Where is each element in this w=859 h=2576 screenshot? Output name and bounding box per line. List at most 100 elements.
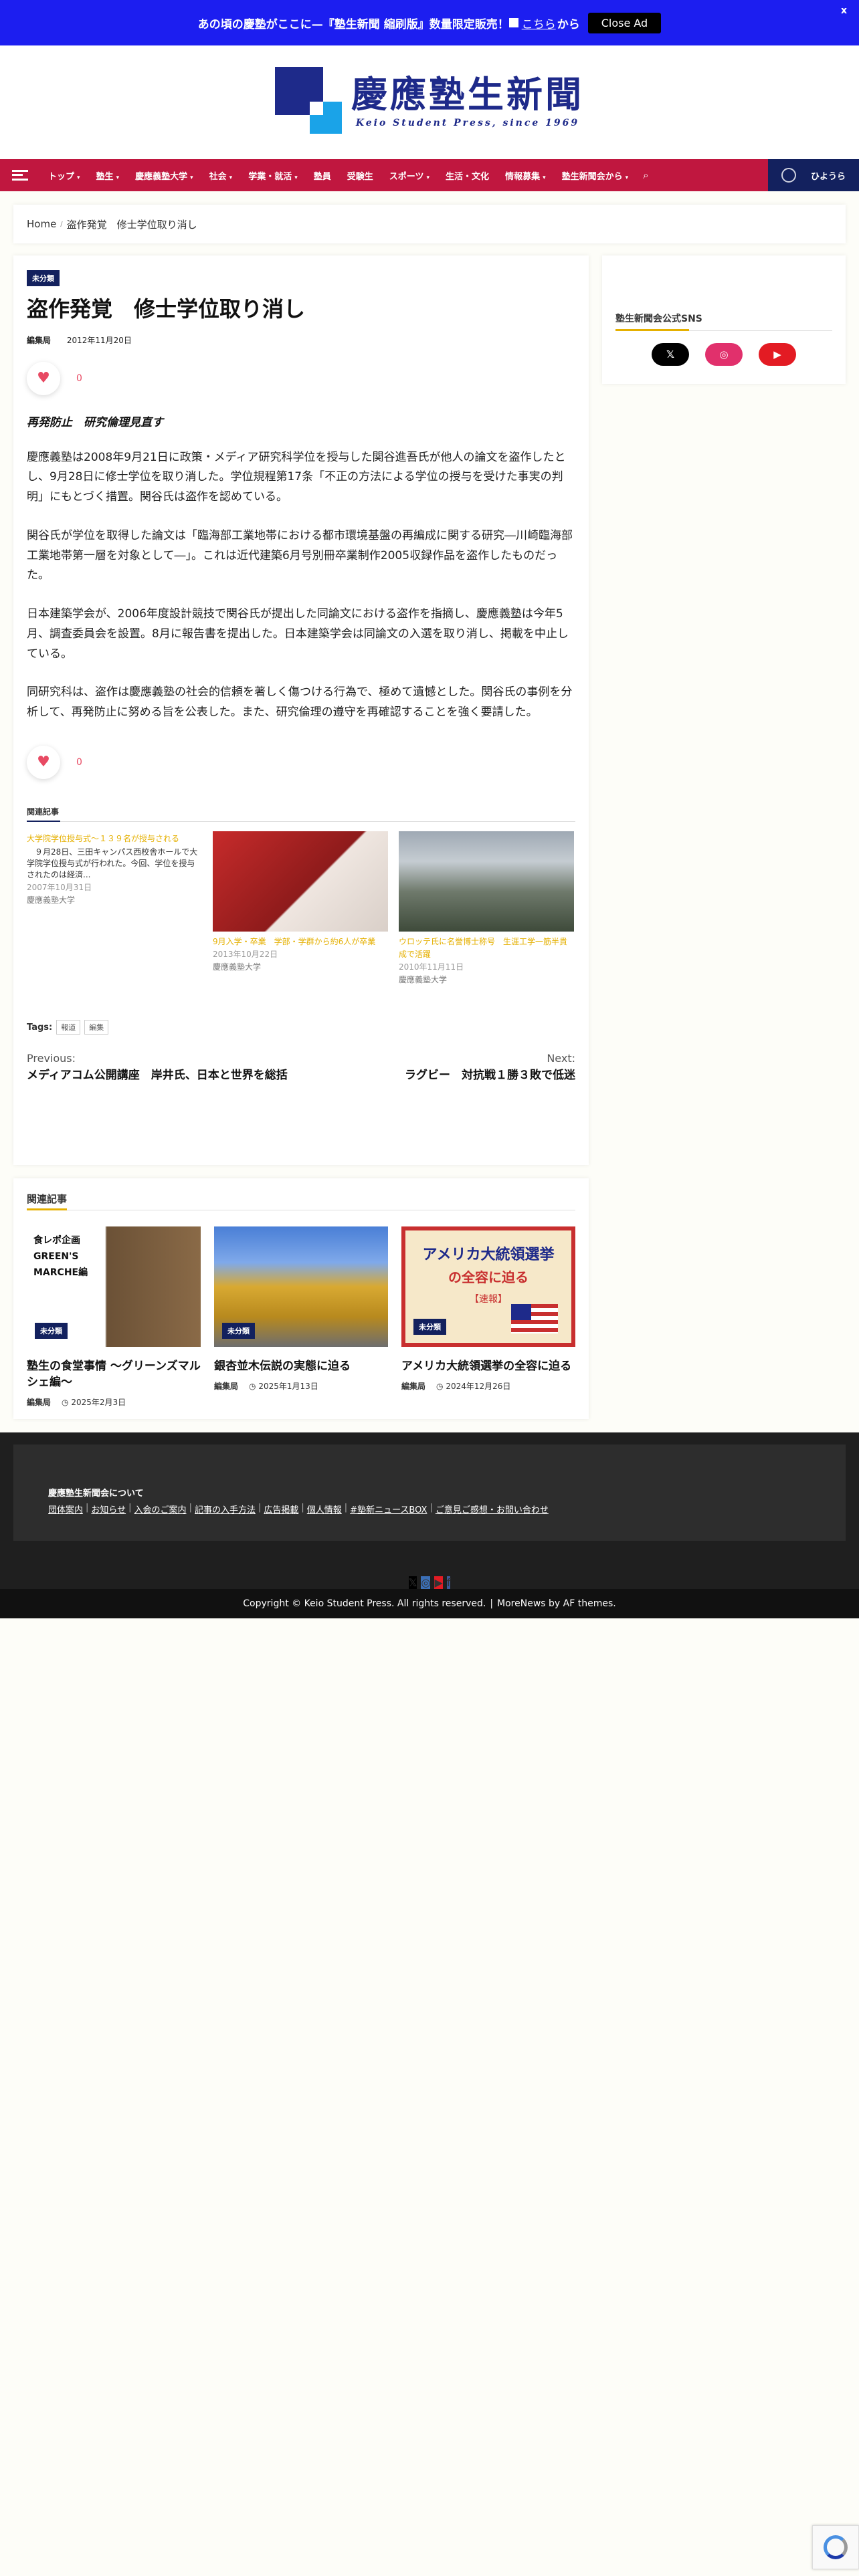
previous-title: メディアコム公開講座 岸井氏、日本と世界を総括: [27, 1069, 288, 1083]
nav-item-label: 受験生: [347, 171, 373, 182]
heart-icon[interactable]: ♥: [27, 745, 60, 779]
close-ad-button[interactable]: Close Ad: [587, 12, 662, 33]
copyright-text: Copyright © Keio Student Press. All righ…: [243, 1598, 486, 1609]
footer-link[interactable]: 広告掲載: [264, 1503, 298, 1515]
more-article-date: 2024年12月26日: [446, 1381, 511, 1391]
category-badge[interactable]: 未分類: [413, 1319, 446, 1335]
heart-icon[interactable]: ♥: [27, 361, 60, 395]
related-link[interactable]: 大学院学位授与式〜１３９名が授与される: [27, 834, 179, 843]
tag-link[interactable]: 編集: [84, 1020, 109, 1035]
nav-item[interactable]: トップ ▾: [40, 169, 88, 182]
related-item: 大学院学位授与式〜１３９名が授与される ９月28日、三田キャンパス西校舎ホールで…: [27, 831, 202, 985]
footer-link[interactable]: #塾新ニュースBOX: [350, 1503, 427, 1515]
nav-item[interactable]: 情報募集 ▾: [497, 169, 554, 182]
footer-link-separator: |: [128, 1503, 132, 1513]
footer-sns-list: 𝕏 ◎ ▶ f: [408, 1576, 451, 1589]
next-post-link[interactable]: Next: ラグビー 対抗戦１勝３敗で低迷: [308, 1052, 575, 1085]
nav-item[interactable]: スポーツ ▾: [381, 169, 438, 182]
previous-post-link[interactable]: Previous: メディアコム公開講座 岸井氏、日本と世界を総括: [27, 1052, 294, 1085]
nav-item[interactable]: 学業・就活 ▾: [240, 169, 306, 182]
search-icon[interactable]: ⌕: [643, 169, 659, 181]
thumbnail-text: GREEN'S: [33, 1251, 79, 1262]
footer-link[interactable]: 入会のご案内: [134, 1503, 187, 1515]
announcement-bar: あの頃の慶塾がここに—『塾生新聞 縮刷版』数量限定販売！ こちら から Clos…: [0, 0, 859, 45]
chevron-down-icon: ▾: [426, 174, 430, 181]
more-article-title[interactable]: アメリカ大統領選挙の全容に迫る: [401, 1359, 575, 1375]
article-author[interactable]: 編集局: [27, 336, 51, 345]
nav-item[interactable]: 塾員: [306, 169, 339, 182]
footer-link-separator: |: [189, 1503, 192, 1513]
category-badge[interactable]: 未分類: [27, 270, 60, 286]
article-date: 2012年11月20日: [66, 335, 132, 345]
instagram-icon[interactable]: ◎: [421, 1576, 431, 1589]
nav-item[interactable]: 生活・文化: [438, 169, 497, 182]
category-badge[interactable]: 未分類: [35, 1323, 68, 1339]
footer-link[interactable]: 記事の入手方法: [195, 1503, 256, 1515]
footer-copyright: Copyright © Keio Student Press. All righ…: [0, 1589, 859, 1618]
more-article-thumbnail[interactable]: アメリカ大統領選挙 の全容に迫る 【速報】 未分類: [401, 1226, 575, 1347]
youtube-icon[interactable]: ▶: [434, 1576, 443, 1589]
footer: 慶應塾生新聞会について 団体案内 | お知らせ | 入会のご案内 | 記事の入手方法 | 広告掲…: [0, 1432, 859, 1555]
related-thumbnail[interactable]: [213, 831, 388, 932]
thumbnail-text: 【速報】: [470, 1294, 507, 1305]
flag-icon: [508, 18, 518, 27]
logo-subtitle: Keio Student Press, since 1969: [355, 118, 580, 128]
nav-items: トップ ▾ 塾生 ▾ 慶應義塾大学 ▾ 社会 ▾ 学業・就活 ▾ 塾員 受験生 スポーツ ▾ 生活・文化 情報…: [40, 169, 636, 182]
related-excerpt: ９月28日、三田キャンパス西校舎ホールで大学院学位授与式が行われた。今回、学位を…: [27, 847, 198, 879]
footer-link[interactable]: ご意見ご感想・お問い合わせ: [436, 1503, 549, 1515]
close-icon[interactable]: x: [841, 5, 847, 16]
breadcrumb-home[interactable]: Home: [27, 218, 56, 230]
related-thumbnail[interactable]: [399, 831, 574, 932]
more-article-thumbnail[interactable]: 未分類: [214, 1226, 388, 1347]
announcement-text: あの頃の慶塾がここに—『塾生新聞 縮刷版』数量限定販売！: [197, 17, 509, 31]
youtube-icon[interactable]: ▶: [759, 343, 796, 366]
footer-separator: |: [490, 1598, 494, 1609]
related-category: 慶應義塾大学: [213, 962, 262, 972]
recaptcha-badge[interactable]: [812, 2525, 859, 2569]
more-article-title[interactable]: 銀杏並木伝説の実態に迫る: [214, 1359, 388, 1375]
footer-link[interactable]: お知らせ: [91, 1503, 126, 1515]
like-count: 0: [76, 756, 82, 768]
nav-right-widget[interactable]: ひようら: [768, 159, 859, 191]
more-article-author[interactable]: 編集局: [27, 1398, 51, 1407]
nav-item[interactable]: 社会 ▾: [201, 169, 241, 182]
theme-credit-link[interactable]: MoreNews by AF themes.: [497, 1598, 616, 1609]
related-date: 2007年10月31日: [27, 883, 92, 893]
logo-title: 慶應塾生新聞: [351, 73, 584, 116]
recaptcha-icon: [824, 2535, 848, 2559]
x-icon[interactable]: 𝕏: [652, 343, 689, 366]
more-article-title[interactable]: 塾生の食堂事情 〜グリーンズマルシェ編〜: [27, 1359, 201, 1391]
related-item: 9月入学・卒業 学部・学群から約6人が卒業 2013年10月22日 慶應義塾大学: [213, 831, 388, 985]
nav-item[interactable]: 塾生新聞会から ▾: [554, 169, 637, 182]
more-article-date: 2025年2月3日: [71, 1397, 126, 1407]
nav-item[interactable]: 慶應義塾大学 ▾: [127, 169, 201, 182]
category-badge[interactable]: 未分類: [222, 1323, 255, 1339]
related-date: 2010年11月11日: [399, 962, 464, 972]
related-heading: 関連記事: [27, 806, 575, 822]
footer-link[interactable]: 団体案内: [48, 1503, 83, 1515]
nav-item-label: 塾員: [313, 171, 331, 182]
footer-link[interactable]: 個人情報: [307, 1503, 342, 1515]
nav-item[interactable]: 塾生 ▾: [88, 169, 128, 182]
chevron-down-icon: ▾: [294, 174, 298, 181]
tags-row: Tags: 報道 編集: [27, 1020, 575, 1035]
footer-link-separator: |: [344, 1503, 348, 1513]
hamburger-menu-icon[interactable]: [12, 170, 28, 181]
announcement-link[interactable]: こちら: [522, 15, 556, 31]
tag-link[interactable]: 報道: [56, 1020, 81, 1035]
related-link[interactable]: ウロッテ氏に名誉博士称号 生涯工学一筋半貴成で活躍: [399, 937, 567, 959]
footer-heading: 慶應塾生新聞会について: [48, 1489, 144, 1499]
facebook-icon[interactable]: f: [446, 1576, 451, 1589]
nav-item[interactable]: 受験生: [339, 169, 381, 182]
more-article-thumbnail[interactable]: 食レポ企画 GREEN'S MARCHE編 未分類: [27, 1226, 201, 1347]
related-link[interactable]: 9月入学・卒業 学部・学群から約6人が卒業: [213, 937, 375, 946]
tags-label: Tags:: [27, 1022, 53, 1033]
instagram-icon[interactable]: ◎: [705, 343, 743, 366]
x-icon[interactable]: 𝕏: [408, 1576, 417, 1589]
more-article-author[interactable]: 編集局: [214, 1382, 238, 1391]
more-article-item: 食レポ企画 GREEN'S MARCHE編 未分類 塾生の食堂事情 〜グリーンズ…: [27, 1226, 201, 1408]
site-logo[interactable]: 慶應塾生新聞 Keio Student Press, since 1969: [275, 67, 584, 138]
more-article-author[interactable]: 編集局: [401, 1382, 425, 1391]
thumbnail-text: 食レポ企画: [33, 1235, 80, 1246]
more-article-date: 2025年1月13日: [258, 1381, 318, 1391]
